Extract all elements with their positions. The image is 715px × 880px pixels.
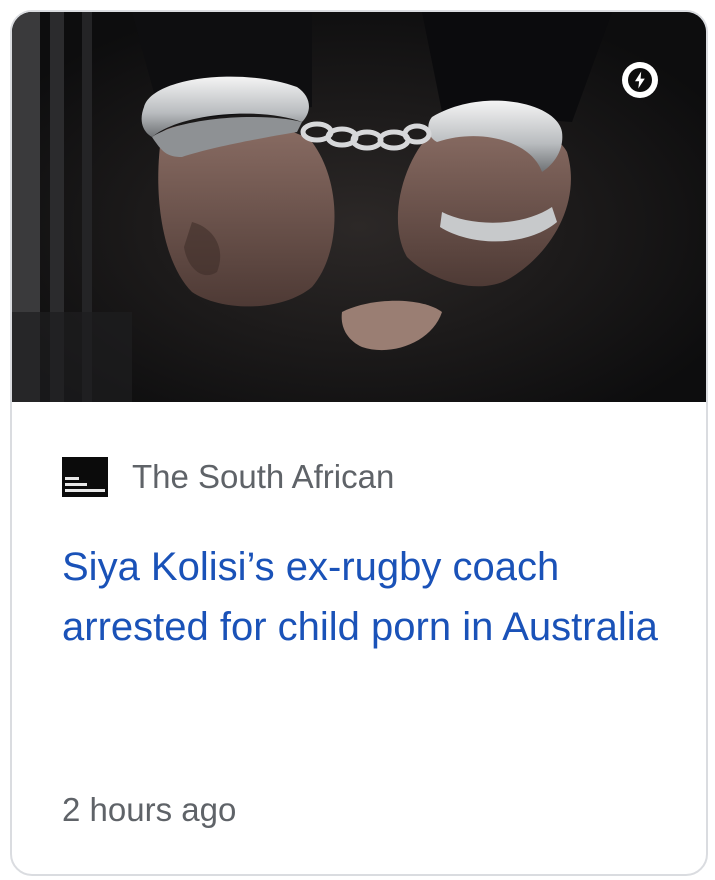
- source-row: The South African: [62, 457, 394, 497]
- amp-lightning-icon: [622, 62, 658, 98]
- publisher-logo: [62, 457, 108, 497]
- publisher-name: The South African: [132, 458, 395, 495]
- handcuffed-hands-image: [12, 12, 706, 402]
- article-thumbnail[interactable]: [12, 12, 706, 402]
- article-timestamp: 2 hours ago: [62, 791, 237, 828]
- news-card[interactable]: The South African Siya Kolisi’s ex-rugby…: [10, 10, 708, 876]
- article-headline[interactable]: Siya Kolisi’s ex-rugby coach arrested fo…: [62, 537, 672, 657]
